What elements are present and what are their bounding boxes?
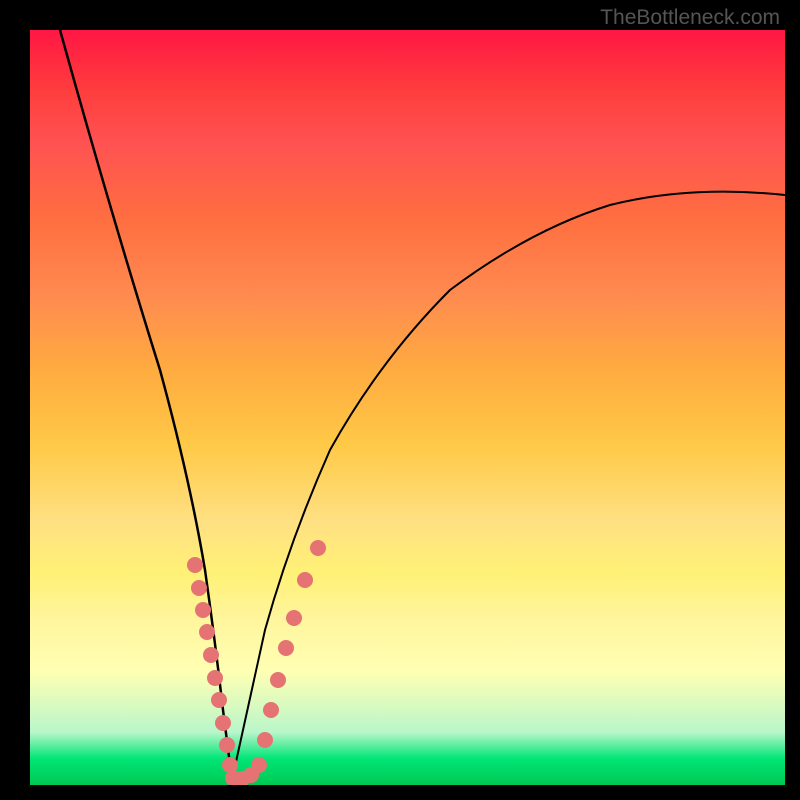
data-marker [211,692,227,708]
curve-left-branch [60,30,232,780]
data-marker [270,672,286,688]
data-marker [297,572,313,588]
data-marker [195,602,211,618]
data-marker [199,624,215,640]
data-marker [286,610,302,626]
data-marker [251,757,267,773]
watermark-text: TheBottleneck.com [600,6,780,30]
data-marker [207,670,223,686]
chart-plot-area [30,30,785,785]
curve-right-branch [232,192,785,780]
data-marker [187,557,203,573]
data-marker [263,702,279,718]
data-marker [203,647,219,663]
data-marker [257,732,273,748]
data-marker [310,540,326,556]
data-marker [191,580,207,596]
chart-svg [30,30,785,785]
data-marker [215,715,231,731]
data-marker [278,640,294,656]
data-marker [219,737,235,753]
